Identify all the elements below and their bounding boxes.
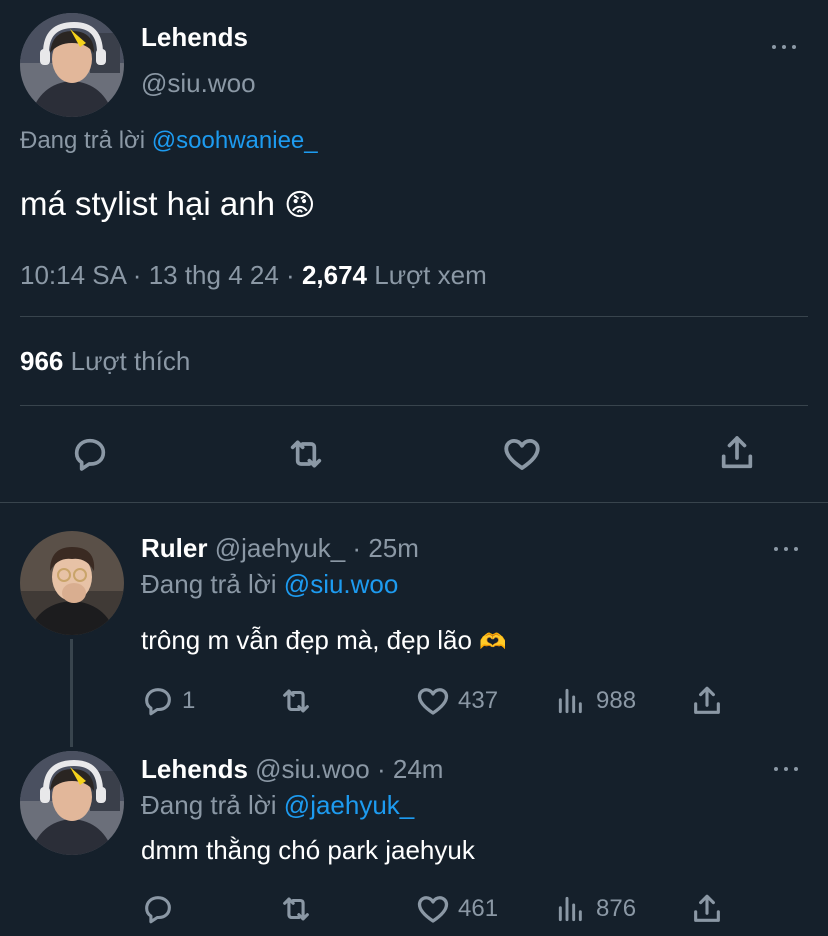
retweet-icon[interactable] — [277, 684, 315, 718]
reply-text: trông m vẫn đẹp mà, đẹp lão — [141, 625, 472, 655]
replying-prefix: Đang trả lời — [20, 127, 146, 154]
like-count: 461 — [458, 895, 499, 922]
reply-icon[interactable] — [141, 684, 175, 718]
tweet-date[interactable]: 13 thg 4 24 — [149, 260, 279, 290]
main-replying-line: Đang trả lời @soohwaniee_ — [20, 127, 318, 155]
views-count: 876 — [596, 895, 637, 922]
replying-to-link[interactable]: @siu.woo — [284, 569, 399, 599]
reply-icon[interactable] — [141, 892, 175, 926]
reply-icon[interactable] — [70, 434, 110, 474]
tweet-time[interactable]: 10:14 SA — [20, 260, 126, 290]
main-tweet-text-line: má stylist hại anh 😡 — [20, 185, 315, 223]
views-count: 988 — [596, 687, 637, 714]
replying-to-link[interactable]: @soohwaniee_ — [152, 127, 318, 154]
like-icon[interactable] — [501, 433, 543, 475]
share-icon[interactable] — [690, 891, 724, 927]
avatar-image — [20, 13, 124, 117]
reply-author-handle[interactable]: @jaehyuk_ — [215, 533, 345, 563]
more-icon[interactable] — [770, 43, 798, 51]
more-icon[interactable] — [772, 765, 800, 773]
reply-author-avatar[interactable] — [20, 751, 124, 855]
likes-count: 966 — [20, 346, 64, 376]
reply-time[interactable]: 24m — [393, 754, 444, 784]
main-author-handle[interactable]: @siu.woo — [141, 68, 256, 99]
angry-face-icon: 😡 — [284, 189, 316, 222]
main-author-avatar[interactable] — [20, 13, 124, 117]
main-tweet-meta: 10:14 SA · 13 thg 4 24 · 2,674 Lượt xem — [20, 260, 487, 290]
main-author-name[interactable]: Lehends — [141, 22, 248, 53]
reply-header: Ruler @jaehyuk_ · 25m — [141, 533, 419, 563]
views-icon[interactable] — [555, 892, 587, 926]
more-icon[interactable] — [772, 545, 800, 553]
share-icon[interactable] — [717, 432, 757, 474]
views-count: 2,674 — [301, 260, 368, 290]
like-icon[interactable] — [415, 891, 451, 927]
retweet-icon[interactable] — [277, 892, 315, 926]
replying-to-link[interactable]: @jaehyuk_ — [284, 790, 414, 820]
share-icon[interactable] — [690, 683, 724, 719]
views-label: Lượt xem — [374, 260, 487, 290]
like-count: 437 — [458, 687, 499, 714]
avatar-image — [20, 751, 124, 855]
reply-replying-line: Đang trả lời @siu.woo — [141, 569, 399, 599]
reply-count: 1 — [182, 687, 196, 714]
reply-text: dmm thằng chó park jaehyuk — [141, 835, 475, 865]
reply-author-name[interactable]: Ruler — [141, 533, 207, 563]
reply-thread-line — [70, 639, 73, 747]
reply-author-name[interactable]: Lehends — [141, 754, 248, 784]
main-tweet-text: má stylist hại anh — [20, 185, 275, 222]
reply-time[interactable]: 25m — [368, 533, 419, 563]
views-icon[interactable] — [555, 684, 587, 718]
divider — [20, 405, 808, 406]
retweet-icon[interactable] — [284, 434, 328, 474]
divider — [20, 316, 808, 317]
reply-replying-line: Đang trả lời @jaehyuk_ — [141, 790, 415, 820]
reply-author-avatar[interactable] — [20, 531, 124, 635]
reply-header: Lehends @siu.woo · 24m — [141, 754, 444, 784]
like-icon[interactable] — [415, 683, 451, 719]
heart-hands-icon: 🫶 — [479, 629, 507, 654]
reply-author-handle[interactable]: @siu.woo — [255, 754, 370, 784]
divider — [0, 502, 828, 503]
likes-label: Lượt thích — [70, 346, 191, 376]
reply-text-line: trông m vẫn đẹp mà, đẹp lão 🫶 — [141, 625, 507, 656]
avatar-image — [20, 531, 124, 635]
likes-stat[interactable]: 966 Lượt thích — [20, 346, 190, 377]
